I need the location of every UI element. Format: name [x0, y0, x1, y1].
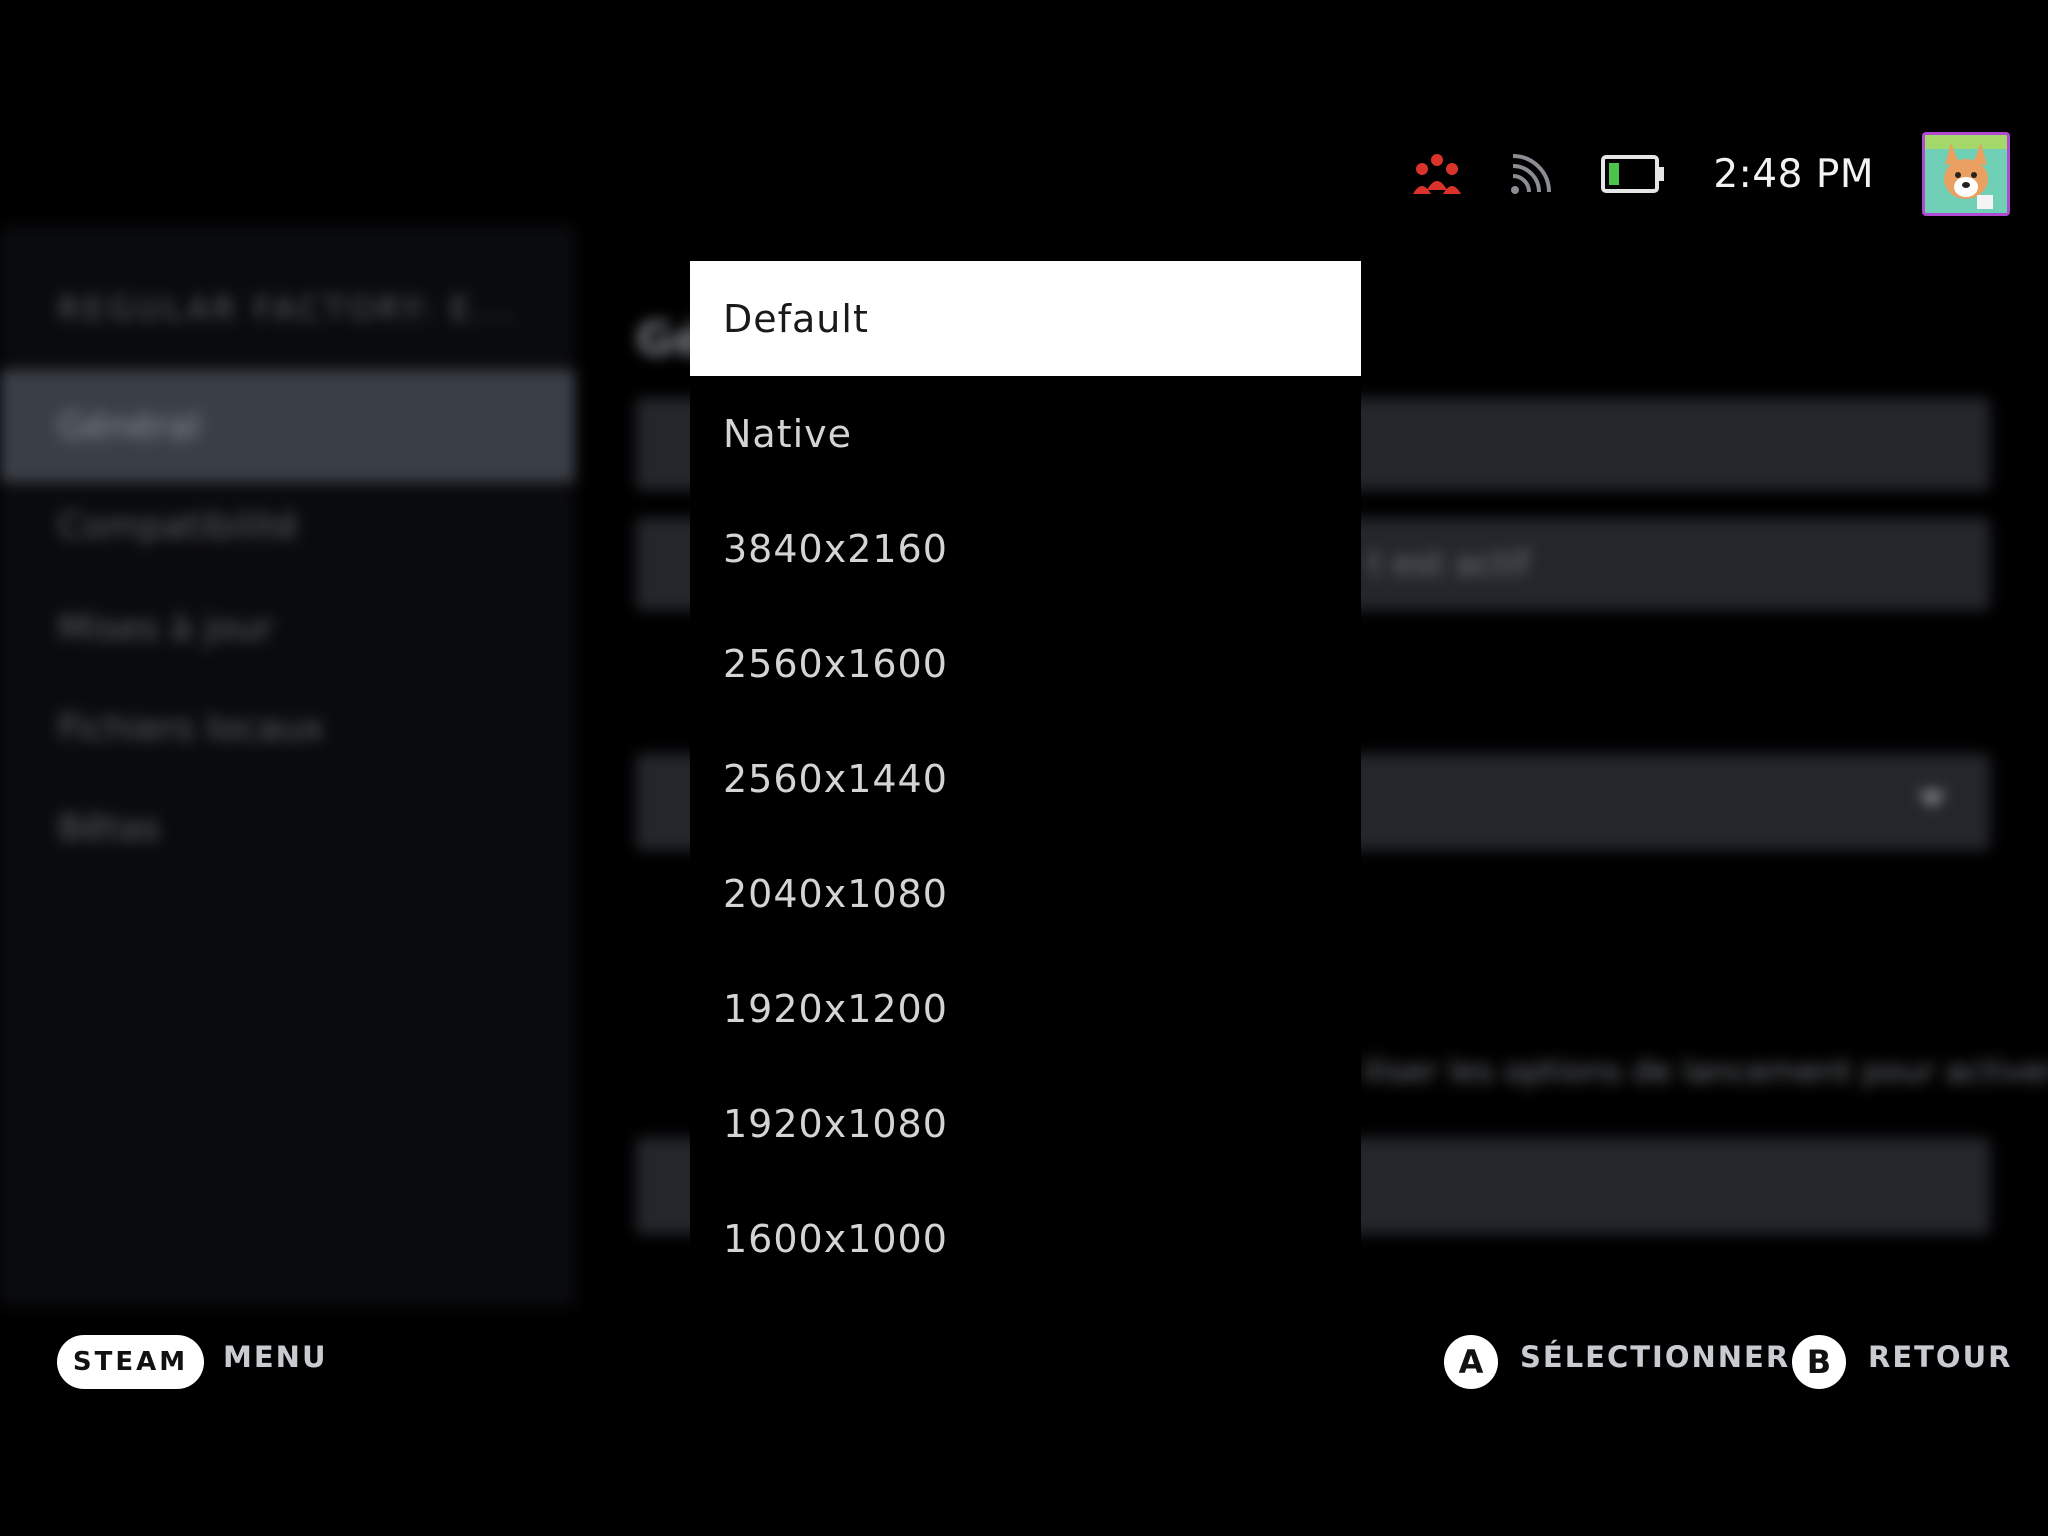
dropdown-option-3840x2160[interactable]: 3840x2160 [690, 491, 1361, 606]
dropdown-option-1920x1080[interactable]: 1920x1080 [690, 1066, 1361, 1181]
dropdown-option-1920x1200[interactable]: 1920x1200 [690, 951, 1361, 1066]
sidebar-item-updates[interactable]: Mises à jour [0, 572, 575, 684]
menu-hint-label: MENU [223, 1340, 328, 1374]
sidebar-item-label: Mises à jour [58, 607, 274, 649]
sidebar-item-local-files[interactable]: Fichiers locaux [0, 672, 575, 784]
user-avatar[interactable] [1922, 132, 2010, 216]
game-title: REGULAR FACTORY: E... [58, 290, 517, 328]
dropdown-option-2560x1440[interactable]: 2560x1440 [690, 721, 1361, 836]
dropdown-option-2560x1600[interactable]: 2560x1600 [690, 606, 1361, 721]
sidebar-item-label: Bêtas [58, 807, 160, 849]
steam-button[interactable]: STEAM [57, 1335, 204, 1389]
battery-icon [1601, 155, 1665, 193]
a-button-icon[interactable]: A [1444, 1335, 1498, 1389]
status-bar: 2:48 PM [1413, 132, 2010, 216]
sidebar-item-general[interactable]: Général [0, 370, 575, 482]
dropdown-option-1600x1000[interactable]: 1600x1000 [690, 1181, 1361, 1271]
b-button-icon[interactable]: B [1792, 1335, 1846, 1389]
back-hint-label: RETOUR [1868, 1340, 2013, 1374]
wifi-icon [1509, 152, 1553, 196]
select-hint-label: SÉLECTIONNER [1520, 1340, 1791, 1374]
checkbox-label: t est actif [1368, 544, 1530, 584]
dropdown-option-default[interactable]: Default [690, 261, 1361, 376]
clock: 2:48 PM [1713, 151, 1874, 197]
dropdown-option-2040x1080[interactable]: 2040x1080 [690, 836, 1361, 951]
sidebar-item-betas[interactable]: Bêtas [0, 772, 575, 884]
resolution-dropdown[interactable]: Default Native 3840x2160 2560x1600 2560x… [690, 261, 1361, 1271]
steam-deck-screen: REGULAR FACTORY: E... Général Compatibil… [0, 0, 2048, 1536]
launch-options-help: iliser les options de lancement pour act… [1362, 1052, 2048, 1090]
sidebar-item-label: Général [58, 405, 200, 447]
button-hints-bar: STEAM MENU A SÉLECTIONNER B RETOUR [0, 1332, 2048, 1392]
sidebar-item-label: Fichiers locaux [58, 707, 324, 749]
chevron-down-icon [1918, 792, 1946, 806]
friends-icon[interactable] [1413, 152, 1462, 196]
sidebar-item-compatibility[interactable]: Compatibilité [0, 470, 575, 582]
dropdown-option-native[interactable]: Native [690, 376, 1361, 491]
sidebar-item-label: Compatibilité [58, 505, 299, 547]
